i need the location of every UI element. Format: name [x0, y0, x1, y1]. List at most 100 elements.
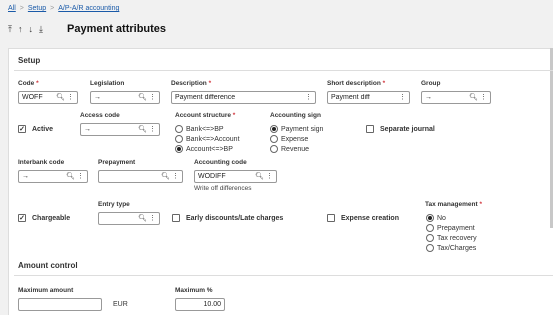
- code-label: Code *: [18, 80, 39, 87]
- radio-label: Bank<=>Account: [186, 135, 240, 143]
- tax-management-group: No Prepayment Tax recovery Tax/Charges: [426, 213, 477, 253]
- last-record-icon[interactable]: ⤓: [39, 24, 43, 35]
- next-record-icon[interactable]: ↓: [28, 24, 33, 35]
- access-code-field[interactable]: → 🔍︎ ⋮: [80, 123, 160, 136]
- active-label: Active: [32, 125, 54, 133]
- prepayment-field[interactable]: 🔍︎ ⋮: [98, 170, 183, 183]
- more-vertical-icon[interactable]: ⋮: [172, 173, 179, 180]
- accounting-code-field[interactable]: WODIFF 🔍︎ ⋮: [194, 170, 277, 183]
- breadcrumb-separator: >: [19, 5, 24, 12]
- accounting-code-description: Write off differences: [194, 185, 252, 192]
- search-icon[interactable]: 🔍︎: [161, 173, 170, 180]
- more-vertical-icon[interactable]: ⋮: [305, 94, 312, 101]
- description-value: Payment difference: [175, 94, 236, 101]
- check-icon: ✓: [18, 214, 26, 222]
- radio-tax-recovery[interactable]: Tax recovery: [426, 233, 477, 243]
- checkbox-empty-icon: [366, 125, 374, 133]
- breadcrumb-setup-link[interactable]: Setup: [28, 5, 46, 12]
- maximum-pct-field[interactable]: 10.00: [175, 298, 225, 311]
- more-vertical-icon[interactable]: ⋮: [149, 126, 156, 133]
- expense-creation-label: Expense creation: [341, 214, 399, 222]
- breadcrumb-separator: >: [50, 5, 55, 12]
- radio-payment-sign[interactable]: Payment sign: [270, 124, 323, 134]
- search-icon[interactable]: 🔍︎: [66, 173, 75, 180]
- required-marker: *: [382, 80, 386, 87]
- required-marker: *: [232, 112, 236, 119]
- radio-unselected-icon: [426, 224, 434, 232]
- more-vertical-icon[interactable]: ⋮: [266, 173, 273, 180]
- radio-expense[interactable]: Expense: [270, 134, 323, 144]
- checkbox-empty-icon: [327, 214, 335, 222]
- active-checkbox[interactable]: ✓ Active: [18, 125, 53, 133]
- radio-unselected-icon: [426, 244, 434, 252]
- more-vertical-icon[interactable]: ⋮: [480, 94, 487, 101]
- legislation-field[interactable]: → 🔍︎ ⋮: [90, 91, 160, 104]
- radio-tax-no[interactable]: No: [426, 213, 477, 223]
- account-structure-label: Account structure *: [175, 112, 236, 119]
- radio-label: Expense: [281, 135, 309, 143]
- radio-selected-icon: [175, 145, 183, 153]
- more-vertical-icon[interactable]: ⋮: [149, 94, 156, 101]
- radio-label: Payment sign: [281, 125, 324, 133]
- search-icon[interactable]: 🔍︎: [138, 215, 147, 222]
- chargeable-checkbox[interactable]: ✓ Chargeable: [18, 214, 70, 222]
- search-icon[interactable]: 🔍︎: [138, 94, 147, 101]
- check-icon: ✓: [18, 125, 26, 133]
- interbank-code-value: →: [22, 173, 29, 180]
- radio-account-bp[interactable]: Account<=>BP: [175, 144, 240, 154]
- more-vertical-icon[interactable]: ⋮: [77, 173, 84, 180]
- search-icon[interactable]: 🔍︎: [469, 94, 478, 101]
- maximum-pct-label: Maximum %: [175, 287, 213, 294]
- entry-type-field[interactable]: 🔍︎ ⋮: [98, 212, 160, 225]
- maximum-pct-value: 10.00: [203, 301, 221, 308]
- breadcrumb: All > Setup > A/P-A/R accounting: [8, 5, 119, 12]
- early-discounts-checkbox[interactable]: Early discounts/Late charges: [172, 214, 283, 222]
- interbank-code-field[interactable]: → 🔍︎ ⋮: [18, 170, 88, 183]
- radio-tax-charges[interactable]: Tax/Charges: [426, 243, 477, 253]
- search-icon[interactable]: 🔍︎: [138, 126, 147, 133]
- early-discounts-label: Early discounts/Late charges: [186, 214, 284, 222]
- legislation-value: →: [94, 94, 101, 101]
- radio-label: Revenue: [281, 145, 310, 153]
- maximum-amount-field[interactable]: [18, 298, 102, 311]
- radio-unselected-icon: [426, 234, 434, 242]
- entry-type-label: Entry type: [98, 201, 130, 208]
- breadcrumb-current-link[interactable]: A/P-A/R accounting: [58, 5, 119, 12]
- short-description-label: Short description *: [327, 80, 386, 87]
- first-record-icon[interactable]: ⤒: [8, 24, 12, 35]
- search-icon[interactable]: 🔍︎: [255, 173, 264, 180]
- more-vertical-icon[interactable]: ⋮: [149, 215, 156, 222]
- access-code-label: Access code: [80, 112, 120, 119]
- radio-label: Tax recovery: [437, 234, 477, 242]
- code-field[interactable]: WOFF 🔍︎ ⋮: [18, 91, 78, 104]
- separate-journal-checkbox[interactable]: Separate journal: [366, 125, 435, 133]
- account-structure-group: Bank<=>BP Bank<=>Account Account<=>BP: [175, 124, 240, 154]
- group-field[interactable]: → 🔍︎ ⋮: [421, 91, 491, 104]
- accounting-code-value: WODIFF: [198, 173, 226, 180]
- page-title: Payment attributes: [67, 23, 167, 35]
- accounting-sign-label: Accounting sign: [270, 112, 321, 119]
- separate-journal-label: Separate journal: [380, 125, 435, 133]
- description-field[interactable]: Payment difference ⋮: [171, 91, 316, 104]
- breadcrumb-all-link[interactable]: All: [8, 5, 16, 12]
- chargeable-label: Chargeable: [32, 214, 71, 222]
- more-vertical-icon[interactable]: ⋮: [399, 94, 406, 101]
- record-navigation-toolbar: ⤒ ↑ ↓ ⤓: [8, 24, 43, 35]
- prepayment-label: Prepayment: [98, 159, 136, 166]
- radio-bank-bp[interactable]: Bank<=>BP: [175, 124, 240, 134]
- access-code-value: →: [84, 126, 91, 133]
- more-vertical-icon[interactable]: ⋮: [67, 94, 74, 101]
- search-icon[interactable]: 🔍︎: [56, 94, 65, 101]
- radio-tax-prepayment[interactable]: Prepayment: [426, 223, 477, 233]
- radio-label: Bank<=>BP: [186, 125, 224, 133]
- expense-creation-checkbox[interactable]: Expense creation: [327, 214, 399, 222]
- divider: [14, 70, 553, 71]
- short-description-field[interactable]: Payment diff ⋮: [327, 91, 410, 104]
- radio-unselected-icon: [270, 135, 278, 143]
- section-title-amount-control: Amount control: [18, 261, 78, 270]
- required-marker: *: [36, 80, 39, 87]
- previous-record-icon[interactable]: ↑: [18, 24, 23, 35]
- radio-bank-account[interactable]: Bank<=>Account: [175, 134, 240, 144]
- radio-unselected-icon: [175, 135, 183, 143]
- radio-revenue[interactable]: Revenue: [270, 144, 323, 154]
